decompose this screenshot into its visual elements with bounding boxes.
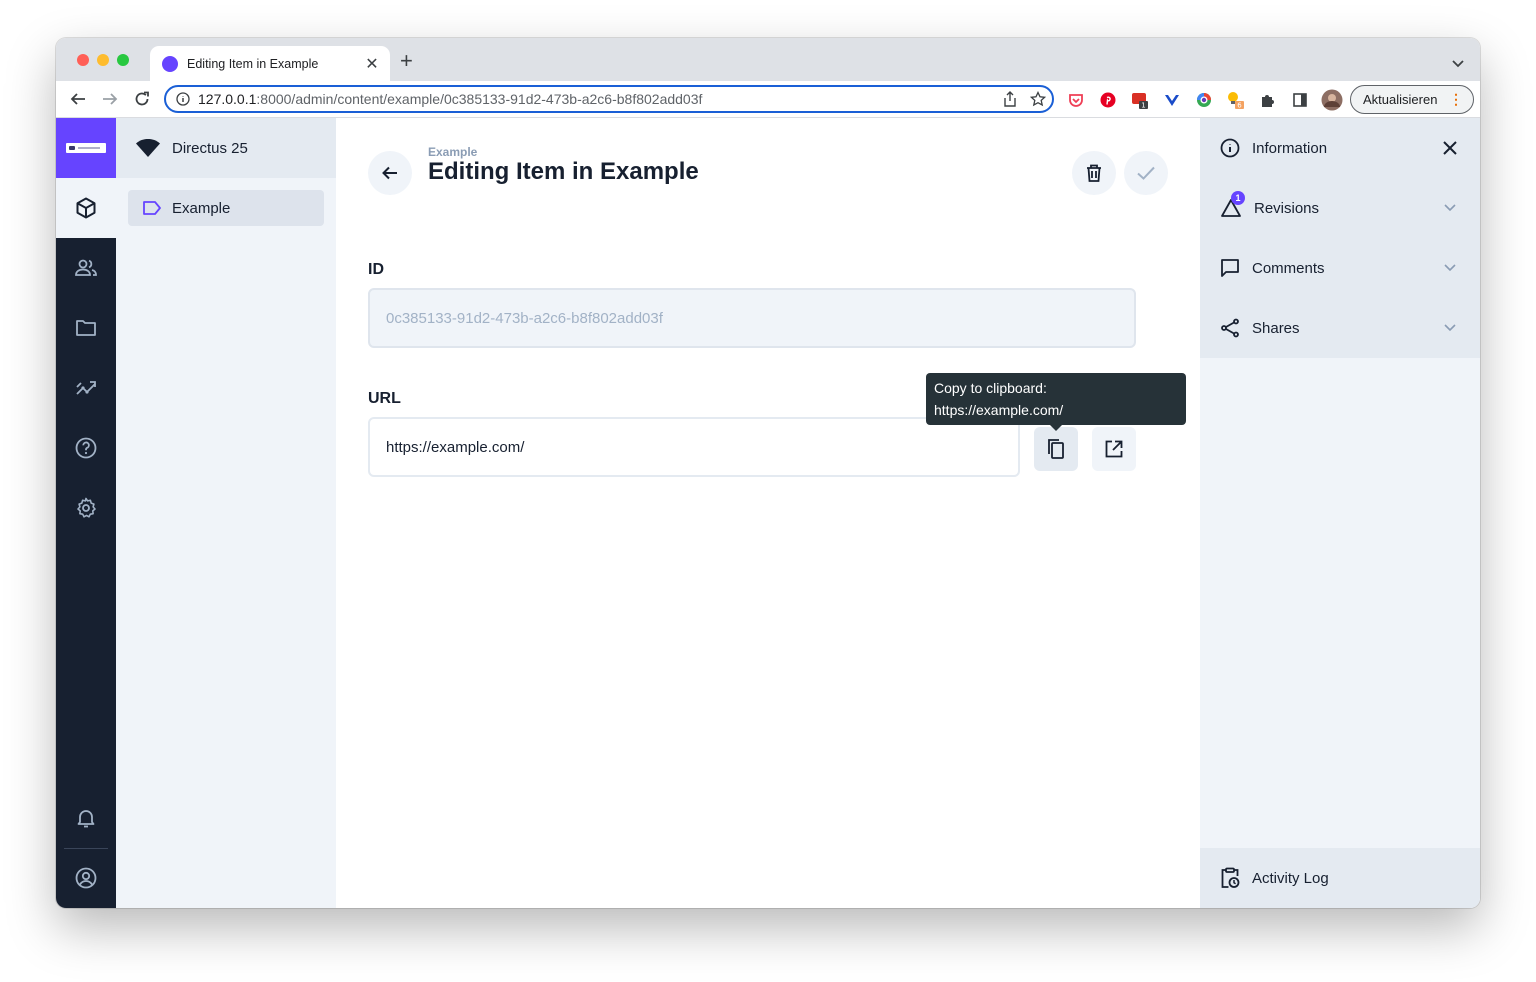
files-module-icon[interactable] [56, 298, 116, 358]
maximize-window-button[interactable] [117, 54, 129, 66]
url-text: 127.0.0.1:8000/admin/content/example/0c3… [198, 91, 703, 107]
minimize-window-button[interactable] [97, 54, 109, 66]
sidebar-shares-label: Shares [1252, 319, 1300, 337]
share-icon[interactable] [996, 91, 1024, 107]
navigation-panel: Directus 25 Example [116, 118, 336, 908]
clipboard-clock-icon [1221, 867, 1240, 888]
open-in-new-icon [1105, 440, 1123, 458]
forward-nav-icon[interactable] [100, 89, 120, 109]
color-picker-icon[interactable] [1195, 91, 1213, 109]
sidebar-shares[interactable]: Shares [1200, 298, 1480, 358]
comment-icon [1221, 259, 1239, 277]
tooltip-line-1: Copy to clipboard: [934, 380, 1047, 396]
extension-badge-icon[interactable]: 1 [1131, 91, 1149, 109]
main-content: Example Editing Item in Example ID 0c385… [336, 118, 1200, 908]
check-icon [1137, 166, 1155, 180]
arrow-left-icon [382, 166, 397, 180]
tab-strip: Editing Item in Example ✕ + [56, 38, 1480, 81]
tab-title: Editing Item in Example [187, 56, 319, 71]
revisions-badge: 1 [1231, 191, 1245, 205]
activity-log-label: Activity Log [1252, 869, 1329, 887]
id-field[interactable]: 0c385133-91d2-473b-a2c6-b8f802add03f [368, 288, 1136, 348]
vivaldi-icon[interactable] [1163, 91, 1181, 109]
label-tag-icon [143, 201, 161, 215]
tooltip-line-2: https://example.com/ [934, 402, 1064, 418]
tab-close-icon[interactable]: ✕ [360, 54, 384, 74]
back-button[interactable] [368, 151, 412, 195]
browser-window: Editing Item in Example ✕ + 127.0.0.1:80… [56, 38, 1480, 908]
sidebar-information-label: Information [1252, 139, 1328, 157]
save-button[interactable] [1124, 151, 1168, 195]
copy-tooltip: Copy to clipboard: https://example.com/ [926, 373, 1186, 431]
logo-image [66, 143, 106, 153]
sidebar-comments[interactable]: Comments [1200, 238, 1480, 298]
nav-item-label: Example [172, 199, 231, 217]
sidebar: Information 1 Revisions Comments Shares … [1200, 118, 1480, 908]
share-nodes-icon [1221, 318, 1239, 338]
settings-module-icon[interactable] [56, 478, 116, 538]
update-label: Aktualisieren [1363, 92, 1438, 107]
update-button[interactable]: Aktualisieren ⋮ [1350, 85, 1474, 114]
url-field-label: URL [368, 390, 401, 407]
user-account-icon[interactable] [56, 848, 116, 908]
id-field-label: ID [368, 261, 384, 278]
pocket-icon[interactable] [1067, 91, 1085, 109]
users-module-icon[interactable] [56, 238, 116, 298]
sidepanel-icon[interactable] [1291, 91, 1309, 109]
close-window-button[interactable] [77, 54, 89, 66]
nav-item-example[interactable]: Example [128, 190, 324, 226]
open-link-button[interactable] [1092, 427, 1136, 471]
tab-search-chevron-icon[interactable] [1452, 55, 1464, 73]
svg-text:6: 6 [1237, 102, 1242, 110]
sidebar-revisions[interactable]: 1 Revisions [1200, 178, 1480, 238]
directus-app: Directus 25 Example Example Editing Item… [56, 118, 1480, 908]
site-info-icon[interactable] [176, 92, 190, 106]
profile-avatar[interactable] [1321, 89, 1343, 111]
bookmark-star-icon[interactable] [1024, 91, 1052, 107]
reload-icon[interactable] [132, 89, 152, 109]
pinterest-icon[interactable] [1099, 91, 1117, 109]
project-header[interactable]: Directus 25 [116, 118, 336, 178]
new-tab-button[interactable]: + [400, 50, 413, 72]
activity-log-button[interactable]: Activity Log [1200, 848, 1480, 908]
module-bar [56, 118, 116, 908]
tab-favicon-icon [162, 55, 178, 72]
back-nav-icon[interactable] [68, 89, 88, 109]
page-title: Editing Item in Example [428, 158, 699, 185]
sidebar-revisions-label: Revisions [1254, 199, 1320, 217]
insights-module-icon[interactable] [56, 358, 116, 418]
svg-text:1: 1 [1141, 102, 1145, 110]
project-wifi-icon [136, 139, 160, 157]
notifications-bell-icon[interactable] [56, 788, 116, 848]
address-bar[interactable]: 127.0.0.1:8000/admin/content/example/0c3… [164, 85, 1054, 113]
lightbulb-icon[interactable]: 6 [1227, 91, 1245, 109]
project-name: Directus 25 [172, 139, 248, 157]
chevron-down-icon [1440, 264, 1460, 272]
sidebar-comments-label: Comments [1252, 259, 1325, 277]
close-sidebar-icon[interactable] [1440, 141, 1460, 155]
brand-logo[interactable] [56, 118, 116, 178]
help-module-icon[interactable] [56, 418, 116, 478]
browser-tab[interactable]: Editing Item in Example ✕ [150, 46, 390, 81]
breadcrumb[interactable]: Example [428, 145, 477, 159]
puzzle-icon[interactable] [1259, 91, 1277, 109]
delete-button[interactable] [1072, 151, 1116, 195]
info-icon [1220, 138, 1240, 158]
content-module-icon[interactable] [56, 178, 116, 238]
chevron-down-icon [1440, 324, 1460, 332]
copy-icon [1048, 439, 1064, 459]
trash-icon [1087, 164, 1101, 182]
browser-toolbar: 127.0.0.1:8000/admin/content/example/0c3… [56, 81, 1480, 118]
sidebar-information[interactable]: Information [1200, 118, 1480, 178]
url-field[interactable]: https://example.com/ [368, 417, 1020, 477]
menu-dots-icon: ⋮ [1449, 91, 1463, 107]
chevron-down-icon [1440, 204, 1460, 212]
copy-to-clipboard-button[interactable] [1034, 427, 1078, 471]
